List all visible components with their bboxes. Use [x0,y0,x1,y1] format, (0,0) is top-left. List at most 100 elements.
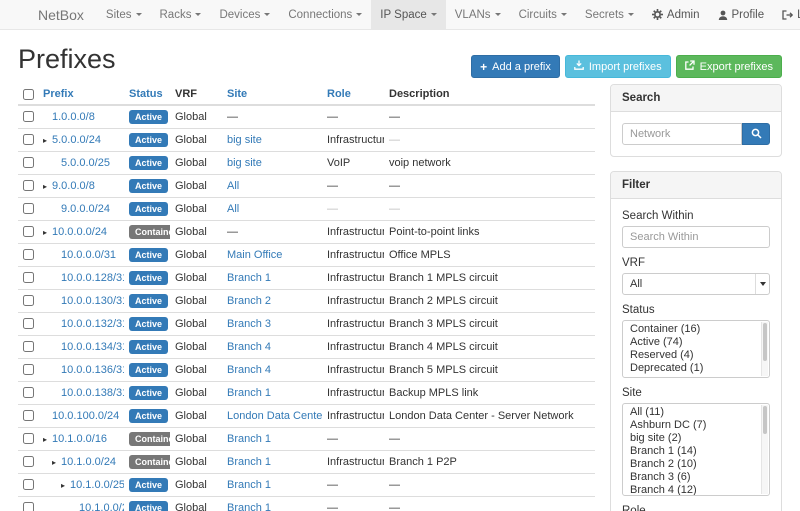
prefix-link[interactable]: 10.0.0.128/31 [61,272,124,284]
site-link[interactable]: big site [227,134,262,146]
listbox-option[interactable]: Container (16) [623,323,769,336]
nav-item-devices[interactable]: Devices [210,0,279,29]
prefix-link[interactable]: 10.0.0.130/31 [61,295,124,307]
nav-item-circuits[interactable]: Circuits [510,0,576,29]
search-input[interactable] [622,123,742,145]
prefix-link[interactable]: 10.1.0.0/25 [70,479,124,491]
navbar: NetBox SitesRacksDevicesConnectionsIP Sp… [0,0,800,30]
listbox-option[interactable]: Branch 2 (10) [623,458,769,471]
nav-item-log-out[interactable]: Log out [773,0,800,29]
prefix-link[interactable]: 10.0.0.138/31 [61,387,124,399]
vrf-select[interactable]: All [622,273,770,295]
row-checkbox[interactable] [23,387,34,398]
row-checkbox[interactable] [23,272,34,283]
row-checkbox[interactable] [23,226,34,237]
site-link[interactable]: Branch 2 [227,295,271,307]
column-sort-link[interactable]: Prefix [43,88,74,100]
listbox-option[interactable]: Ashburn DC (7) [623,419,769,432]
listbox-option[interactable]: Branch 4 (12) [623,484,769,496]
column-sort-link[interactable]: Role [327,88,351,100]
import-prefixes-button[interactable]: Import prefixes [565,55,671,78]
row-checkbox[interactable] [23,318,34,329]
expand-arrow-icon: ▸ [52,456,61,469]
prefix-link[interactable]: 10.0.0.0/24 [52,226,107,238]
site-link[interactable]: Branch 1 [227,456,271,468]
row-checkbox[interactable] [23,180,34,191]
row-checkbox[interactable] [23,111,34,122]
site-link[interactable]: Branch 1 [227,502,271,511]
nav-item-secrets[interactable]: Secrets [576,0,643,29]
column-header-status[interactable]: Status [124,84,170,105]
column-sort-link[interactable]: Status [129,88,163,100]
listbox-option[interactable]: Branch 1 (14) [623,445,769,458]
prefix-link[interactable]: 5.0.0.0/25 [61,157,110,169]
search-button[interactable] [742,123,770,145]
listbox-option[interactable]: Branch 3 (6) [623,471,769,484]
role-cell: Infrastructure [322,221,384,244]
status-listbox[interactable]: Container (16)Active (74)Reserved (4)Dep… [622,320,770,378]
prefix-link[interactable]: 10.0.0.0/31 [61,249,116,261]
row-checkbox[interactable] [23,410,34,421]
nav-item-sites[interactable]: Sites [97,0,151,29]
listbox-option[interactable]: All (11) [623,406,769,419]
tree-indent [43,487,61,488]
nav-item-admin[interactable]: Admin [643,0,709,29]
column-sort-link[interactable]: Site [227,88,247,100]
site-link[interactable]: All [227,180,239,192]
site-link[interactable]: Branch 4 [227,341,271,353]
prefix-link[interactable]: 9.0.0.0/8 [52,180,95,192]
site-link[interactable]: Branch 1 [227,272,271,284]
nav-item-ip-space[interactable]: IP Space [371,0,445,29]
nav-item-vlans[interactable]: VLANs [446,0,510,29]
scrollbar[interactable] [761,322,768,376]
row-checkbox[interactable] [23,502,34,511]
prefix-link[interactable]: 10.1.0.0/24 [61,456,116,468]
row-checkbox[interactable] [23,479,34,490]
prefix-link[interactable]: 9.0.0.0/24 [61,203,110,215]
nav-item-profile[interactable]: Profile [709,0,774,29]
prefix-link[interactable]: 10.0.0.136/31 [61,364,124,376]
prefix-link[interactable]: 10.0.0.134/31 [61,341,124,353]
row-checkbox[interactable] [23,456,34,467]
row-checkbox[interactable] [23,203,34,214]
row-checkbox[interactable] [23,364,34,375]
scrollbar[interactable] [761,405,768,494]
site-link[interactable]: London Data Center [227,410,322,422]
listbox-option[interactable]: big site (2) [623,432,769,445]
search-within-input[interactable] [622,226,770,248]
site-link[interactable]: Branch 1 [227,433,271,445]
row-checkbox[interactable] [23,249,34,260]
column-header-role[interactable]: Role [322,84,384,105]
listbox-option[interactable]: Reserved (4) [623,349,769,362]
nav-item-racks[interactable]: Racks [151,0,211,29]
row-checkbox[interactable] [23,341,34,352]
prefix-link[interactable]: 10.1.0.0/16 [52,433,107,445]
site-link[interactable]: Branch 3 [227,318,271,330]
prefix-link[interactable]: 10.1.0.0/26 [79,502,124,511]
column-header-site[interactable]: Site [222,84,322,105]
site-link[interactable]: Main Office [227,249,282,261]
site-listbox[interactable]: All (11)Ashburn DC (7)big site (2)Branch… [622,403,770,496]
prefix-link[interactable]: 10.0.0.132/31 [61,318,124,330]
row-checkbox[interactable] [23,134,34,145]
prefix-link[interactable]: 1.0.0.0/8 [52,111,95,123]
select-all-checkbox[interactable] [23,89,34,100]
column-header-prefix[interactable]: Prefix [38,84,124,105]
site-link[interactable]: Branch 1 [227,387,271,399]
site-link[interactable]: Branch 4 [227,364,271,376]
listbox-option[interactable]: Deprecated (1) [623,362,769,375]
row-checkbox[interactable] [23,295,34,306]
export-prefixes-button[interactable]: Export prefixes [676,55,782,78]
listbox-option[interactable]: Active (74) [623,336,769,349]
prefix-link[interactable]: 5.0.0.0/24 [52,134,101,146]
prefix-link[interactable]: 10.0.100.0/24 [52,410,119,422]
site-link[interactable]: Branch 1 [227,479,271,491]
add-prefix-button[interactable]: + Add a prefix [471,55,560,78]
nav-item-connections[interactable]: Connections [279,0,371,29]
row-checkbox[interactable] [23,433,34,444]
brand-link[interactable]: NetBox [38,0,97,29]
site-link[interactable]: All [227,203,239,215]
role-cell: Infrastructure [322,382,384,405]
site-link[interactable]: big site [227,157,262,169]
row-checkbox[interactable] [23,157,34,168]
